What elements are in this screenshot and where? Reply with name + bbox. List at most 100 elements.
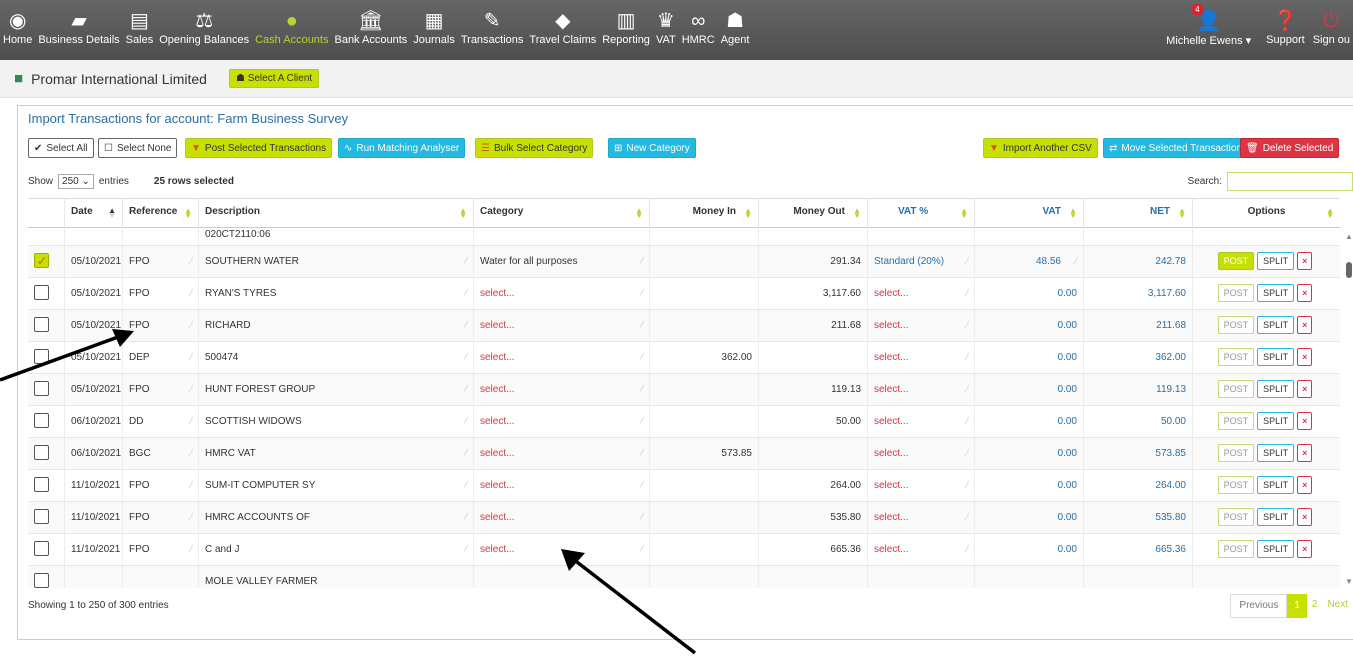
edit-pencil-icon[interactable]: ⁄	[641, 534, 643, 566]
delete-row-button[interactable]: ×	[1297, 443, 1313, 462]
description-cell[interactable]: RICHARD ⁄	[199, 309, 474, 342]
nav-item-home[interactable]: ◉ Home	[0, 0, 35, 60]
nav-item-agent[interactable]: ☗ Agent	[718, 0, 753, 60]
page-1-button[interactable]: 1	[1287, 594, 1307, 618]
nav-item-bank-accounts[interactable]: 🏛 Bank Accounts	[331, 0, 410, 60]
reference-cell[interactable]: DEP ⁄	[123, 341, 199, 374]
edit-pencil-icon[interactable]: ⁄	[190, 246, 192, 278]
support-link[interactable]: ❓ Support	[1261, 0, 1308, 60]
category-cell[interactable]: select... ⁄	[474, 341, 650, 374]
row-select-cell[interactable]	[28, 245, 65, 278]
reference-cell[interactable]	[123, 565, 199, 588]
run-matching-button[interactable]: ∿ Run Matching Analyser	[338, 138, 466, 158]
sign-out-link[interactable]: ⏻ Sign ou	[1308, 0, 1353, 60]
reference-cell[interactable]: DD ⁄	[123, 405, 199, 438]
row-select-cell[interactable]	[28, 309, 65, 342]
next-page-button[interactable]: Next	[1322, 594, 1353, 618]
description-cell[interactable]: HUNT FOREST GROUP ⁄	[199, 373, 474, 406]
edit-pencil-icon[interactable]: ⁄	[966, 502, 968, 534]
post-button[interactable]: POST	[1217, 347, 1255, 366]
delete-row-button[interactable]: ×	[1297, 283, 1313, 302]
row-select-cell[interactable]	[28, 341, 65, 374]
select-none-button[interactable]: ☐ Select None	[98, 138, 178, 158]
page-2-button[interactable]: 2	[1306, 594, 1323, 618]
reference-cell[interactable]: FPO ⁄	[123, 277, 199, 310]
description-cell[interactable]: MOLE VALLEY FARMER	[199, 565, 474, 588]
search-input[interactable]	[1227, 172, 1353, 191]
vat-pct-cell[interactable]: select... ⁄	[868, 533, 975, 566]
delete-row-button[interactable]: ×	[1297, 315, 1313, 334]
header-vat-pct[interactable]: VAT % ▲ ▼	[868, 199, 975, 229]
reference-cell[interactable]: FPO ⁄	[123, 533, 199, 566]
post-button[interactable]: POST	[1217, 315, 1255, 334]
post-button[interactable]: POST	[1217, 443, 1255, 462]
nav-item-travel-claims[interactable]: ◆ Travel Claims	[526, 0, 599, 60]
edit-pencil-icon[interactable]: ⁄	[190, 534, 192, 566]
new-category-button[interactable]: ⊞ New Category	[608, 138, 696, 158]
edit-pencil-icon[interactable]: ⁄	[966, 534, 968, 566]
edit-pencil-icon[interactable]: ⁄	[190, 278, 192, 310]
description-cell[interactable]: HMRC VAT ⁄	[199, 437, 474, 470]
vat-pct-cell[interactable]	[868, 228, 975, 246]
post-button[interactable]: POST	[1217, 411, 1255, 430]
row-checkbox[interactable]	[34, 381, 49, 397]
row-select-cell[interactable]	[28, 228, 65, 246]
edit-pencil-icon[interactable]: ⁄	[190, 502, 192, 534]
nav-item-opening-balances[interactable]: ⚖ Opening Balances	[156, 0, 252, 60]
split-button[interactable]: SPLIT	[1257, 539, 1295, 558]
split-button[interactable]: SPLIT	[1257, 379, 1295, 398]
vat-pct-cell[interactable]: Standard (20%) ⁄	[868, 245, 975, 278]
description-cell[interactable]: RYAN'S TYRES ⁄	[199, 277, 474, 310]
description-cell[interactable]: C and J ⁄	[199, 533, 474, 566]
post-button[interactable]: POST	[1217, 379, 1255, 398]
row-checkbox[interactable]	[34, 541, 49, 557]
post-selected-button[interactable]: ▼ Post Selected Transactions	[185, 138, 333, 158]
vat-cell[interactable]: 48.56 ⁄	[975, 245, 1084, 278]
category-cell[interactable]: select... ⁄	[474, 373, 650, 406]
header-description[interactable]: Description ▲ ▼	[199, 199, 474, 229]
post-button[interactable]: POST	[1217, 539, 1255, 558]
nav-item-cash-accounts[interactable]: ● Cash Accounts	[252, 0, 331, 60]
edit-pencil-icon[interactable]: ⁄	[465, 502, 467, 534]
category-cell[interactable]: select... ⁄	[474, 277, 650, 310]
vat-pct-cell[interactable]: select... ⁄	[868, 405, 975, 438]
header-category[interactable]: Category ▲ ▼	[474, 199, 650, 229]
edit-pencil-icon[interactable]: ⁄	[190, 310, 192, 342]
edit-pencil-icon[interactable]: ⁄	[465, 534, 467, 566]
vat-cell[interactable]: 0.00	[975, 469, 1084, 502]
category-cell[interactable]: select... ⁄	[474, 469, 650, 502]
scroll-down-icon[interactable]: ▼	[1345, 577, 1353, 586]
delete-row-button[interactable]: ×	[1297, 347, 1313, 366]
vat-cell[interactable]: 0.00	[975, 277, 1084, 310]
delete-row-button[interactable]: ×	[1297, 379, 1313, 398]
edit-pencil-icon[interactable]: ⁄	[966, 310, 968, 342]
edit-pencil-icon[interactable]: ⁄	[190, 438, 192, 470]
edit-pencil-icon[interactable]: ⁄	[465, 342, 467, 374]
vat-pct-cell[interactable]: select... ⁄	[868, 469, 975, 502]
header-money-in[interactable]: Money In ▲ ▼	[650, 199, 759, 229]
description-cell[interactable]: SOUTHERN WATER ⁄	[199, 245, 474, 278]
edit-pencil-icon[interactable]: ⁄	[465, 406, 467, 438]
page-size-select[interactable]: 250 ⌄	[58, 174, 94, 189]
vat-cell[interactable]: 0.00	[975, 533, 1084, 566]
edit-pencil-icon[interactable]: ⁄	[966, 470, 968, 502]
edit-pencil-icon[interactable]: ⁄	[641, 246, 643, 278]
vat-pct-cell[interactable]: select... ⁄	[868, 373, 975, 406]
header-vat[interactable]: VAT ▲ ▼	[975, 199, 1084, 229]
edit-pencil-icon[interactable]: ⁄	[465, 470, 467, 502]
post-button[interactable]: POST	[1217, 283, 1255, 302]
reference-cell[interactable]	[123, 228, 199, 246]
edit-pencil-icon[interactable]: ⁄	[465, 438, 467, 470]
reference-cell[interactable]: FPO ⁄	[123, 373, 199, 406]
split-button[interactable]: SPLIT	[1257, 443, 1295, 462]
row-select-cell[interactable]	[28, 501, 65, 534]
edit-pencil-icon[interactable]: ⁄	[966, 406, 968, 438]
header-reference[interactable]: Reference ▲ ▼	[123, 199, 199, 229]
vat-cell[interactable]: 0.00	[975, 309, 1084, 342]
edit-pencil-icon[interactable]: ⁄	[465, 374, 467, 406]
nav-item-hmrc[interactable]: ∞ HMRC	[679, 0, 718, 60]
reference-cell[interactable]: FPO ⁄	[123, 309, 199, 342]
split-button[interactable]: SPLIT	[1257, 251, 1295, 270]
row-checkbox[interactable]	[34, 349, 49, 365]
edit-pencil-icon[interactable]: ⁄	[966, 246, 968, 278]
